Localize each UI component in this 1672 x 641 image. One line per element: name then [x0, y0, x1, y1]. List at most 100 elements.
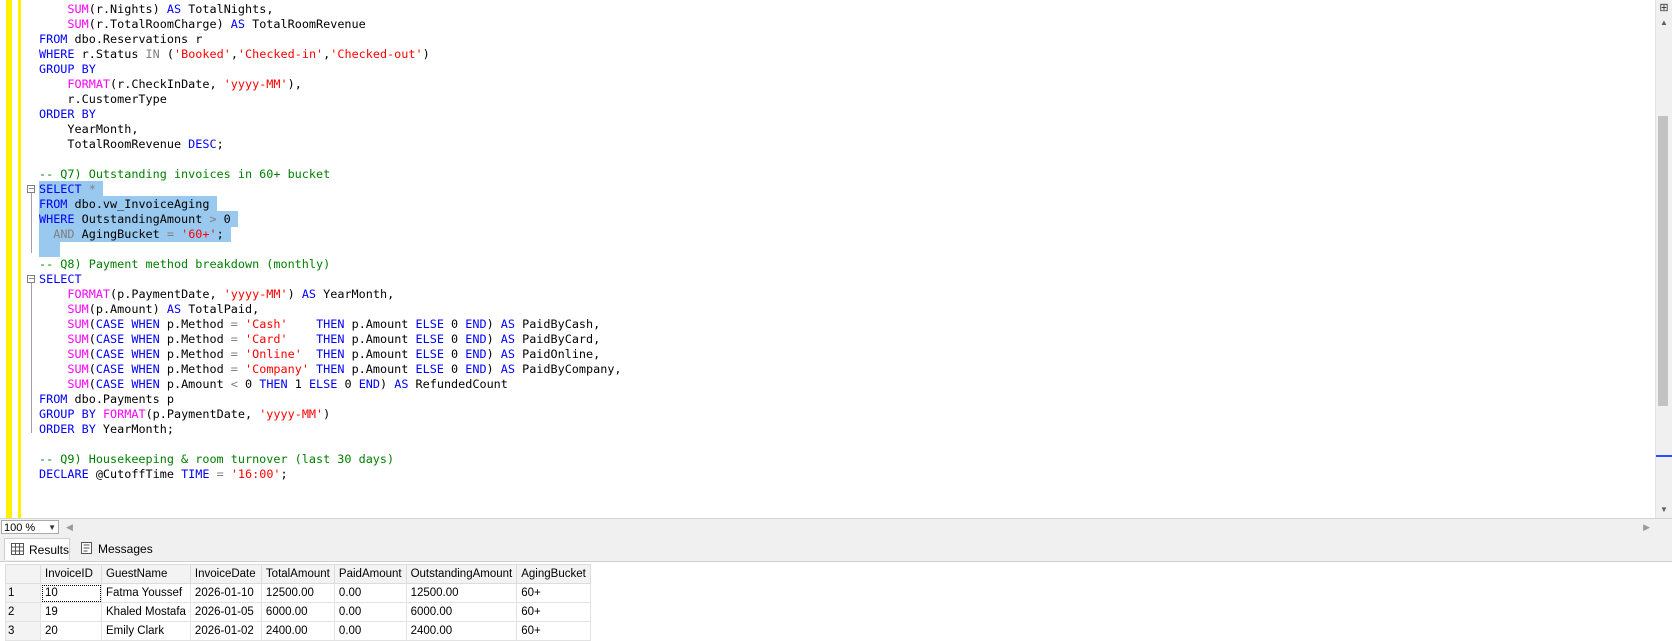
- code-token: =: [230, 317, 238, 331]
- grid-icon: [11, 543, 24, 555]
- row-number[interactable]: 3: [5, 621, 41, 641]
- split-view-icon[interactable]: ⊞: [1658, 2, 1670, 14]
- code-line-text: FROM dbo.Payments p: [39, 391, 174, 407]
- scroll-up-icon[interactable]: ▲: [1660, 18, 1668, 27]
- collapse-icon[interactable]: −: [27, 275, 35, 283]
- code-token: ): [486, 362, 501, 376]
- code-line-text: SUM(r.TotalRoomCharge) AS TotalRoomReven…: [39, 16, 366, 32]
- code-token: YearMonth;: [95, 422, 174, 436]
- code-token: p.Amount: [344, 332, 416, 346]
- tab-results[interactable]: Results: [4, 538, 70, 560]
- table-cell[interactable]: 2026-01-05: [189, 602, 262, 622]
- code-token: CASE WHEN: [95, 347, 160, 361]
- code-line-text: SUM(CASE WHEN p.Method = 'Card' THEN p.A…: [39, 331, 600, 347]
- code-token: ,: [230, 47, 238, 61]
- code-token: AS: [500, 362, 515, 376]
- code-token: CASE WHEN: [95, 317, 160, 331]
- code-token: (r.CheckInDate,: [110, 77, 224, 91]
- table-cell[interactable]: 10: [40, 583, 102, 603]
- code-token: ELSE: [415, 332, 444, 346]
- code-token: p.Method: [159, 317, 231, 331]
- code-token: SELECT: [39, 272, 82, 286]
- code-token: p.Method: [159, 362, 231, 376]
- results-table[interactable]: InvoiceID GuestName InvoiceDate TotalAmount…: [5, 564, 591, 641]
- table-row[interactable]: 2 19 Khaled Mostafa 2026-01-05 6000.00 0.00 60…: [5, 602, 591, 622]
- code-token: YearMonth,: [39, 122, 139, 136]
- table-cell[interactable]: 12500.00: [260, 583, 335, 603]
- code-token: PaidByCard,: [515, 332, 601, 346]
- table-cell[interactable]: 60+: [516, 602, 591, 622]
- code-token: p.Amount: [159, 377, 231, 391]
- code-line-text: ORDER BY YearMonth;: [39, 421, 174, 437]
- column-header[interactable]: AgingBucket: [516, 564, 591, 584]
- code-token: AND: [53, 227, 75, 241]
- code-token: AS: [500, 347, 515, 361]
- table-cell[interactable]: 2400.00: [405, 621, 518, 641]
- column-header[interactable]: GuestName: [101, 564, 191, 584]
- code-token: TotalPaid,: [181, 302, 260, 316]
- column-header[interactable]: InvoiceDate: [189, 564, 262, 584]
- code-token: OutstandingAmount: [74, 212, 210, 226]
- code-token: ;: [280, 467, 288, 481]
- scroll-down-icon[interactable]: ▼: [1660, 505, 1668, 514]
- code-line-text: SUM(CASE WHEN p.Method = 'Company' THEN …: [39, 361, 621, 377]
- table-cell[interactable]: 0.00: [333, 602, 407, 622]
- code-line-text: -- Q8) Payment method breakdown (monthly…: [39, 256, 330, 272]
- code-token: AS: [500, 317, 515, 331]
- table-cell[interactable]: 2026-01-02: [189, 621, 262, 641]
- table-cell[interactable]: 19: [40, 602, 102, 622]
- code-token: p.Amount: [344, 362, 416, 376]
- grid-corner[interactable]: [5, 564, 41, 584]
- code-token: END: [358, 377, 380, 391]
- code-token: ),: [287, 77, 302, 91]
- table-cell[interactable]: 2026-01-10: [189, 583, 262, 603]
- zoom-select[interactable]: 100 % ▼: [1, 520, 59, 534]
- table-cell[interactable]: 6000.00: [405, 602, 518, 622]
- table-cell[interactable]: Khaled Mostafa: [101, 602, 191, 622]
- column-header[interactable]: OutstandingAmount: [405, 564, 518, 584]
- table-row[interactable]: 1 10 Fatma Youssef 2026-01-10 12500.00 0.00 12…: [5, 583, 591, 603]
- code-token: 'yyyy-MM': [223, 287, 288, 301]
- code-line-text: ORDER BY: [39, 106, 96, 122]
- tab-messages[interactable]: Messages: [74, 538, 154, 560]
- code-token: AS: [230, 17, 245, 31]
- code-line-text: WHERE r.Status IN ('Booked','Checked-in'…: [39, 46, 430, 62]
- query-editor[interactable]: SUM(r.Nights) AS TotalNights, SUM(r.Tota…: [0, 0, 1672, 520]
- collapse-icon[interactable]: −: [27, 185, 35, 193]
- table-cell[interactable]: 0.00: [333, 583, 407, 603]
- code-token: ELSE: [308, 377, 338, 391]
- table-row[interactable]: 3 20 Emily Clark 2026-01-02 2400.00 0.00 2400.…: [5, 621, 591, 641]
- table-cell[interactable]: Emily Clark: [101, 621, 191, 641]
- column-header[interactable]: PaidAmount: [333, 564, 407, 584]
- row-number[interactable]: 1: [5, 583, 41, 603]
- column-header[interactable]: InvoiceID: [40, 564, 102, 584]
- row-number[interactable]: 2: [5, 602, 41, 622]
- code-token: GROUP BY: [39, 62, 96, 76]
- table-cell[interactable]: 60+: [516, 583, 591, 603]
- table-cell[interactable]: 2400.00: [260, 621, 335, 641]
- code-area[interactable]: SUM(r.Nights) AS TotalNights, SUM(r.Tota…: [21, 0, 1656, 518]
- table-cell[interactable]: 20: [40, 621, 102, 641]
- table-cell[interactable]: 60+: [516, 621, 591, 641]
- code-token: 'Card': [245, 332, 288, 346]
- code-line-text: -- Q9) Housekeeping & room turnover (las…: [39, 451, 394, 467]
- code-line-text: SUM(r.Nights) AS TotalNights,: [39, 1, 273, 17]
- code-token: TotalRoomRevenue: [245, 17, 366, 31]
- vertical-scrollbar[interactable]: ⊞ ▲ ▼: [1655, 0, 1672, 518]
- table-cell[interactable]: 6000.00: [260, 602, 335, 622]
- code-token: (p.Amount): [88, 302, 167, 316]
- code-line-text: GROUP BY: [39, 61, 96, 77]
- scroll-right-icon[interactable]: ▶: [1643, 522, 1650, 533]
- chevron-down-icon[interactable]: ▼: [48, 521, 56, 535]
- results-grid[interactable]: InvoiceID GuestName InvoiceDate TotalAmount…: [0, 561, 1672, 641]
- scrollbar-thumb[interactable]: [1658, 116, 1668, 406]
- table-cell[interactable]: 0.00: [333, 621, 407, 641]
- table-cell[interactable]: Fatma Youssef: [101, 583, 191, 603]
- table-cell[interactable]: 12500.00: [405, 583, 518, 603]
- code-token: THEN: [316, 317, 345, 331]
- scroll-left-icon[interactable]: ◀: [66, 522, 73, 533]
- column-header[interactable]: TotalAmount: [260, 564, 335, 584]
